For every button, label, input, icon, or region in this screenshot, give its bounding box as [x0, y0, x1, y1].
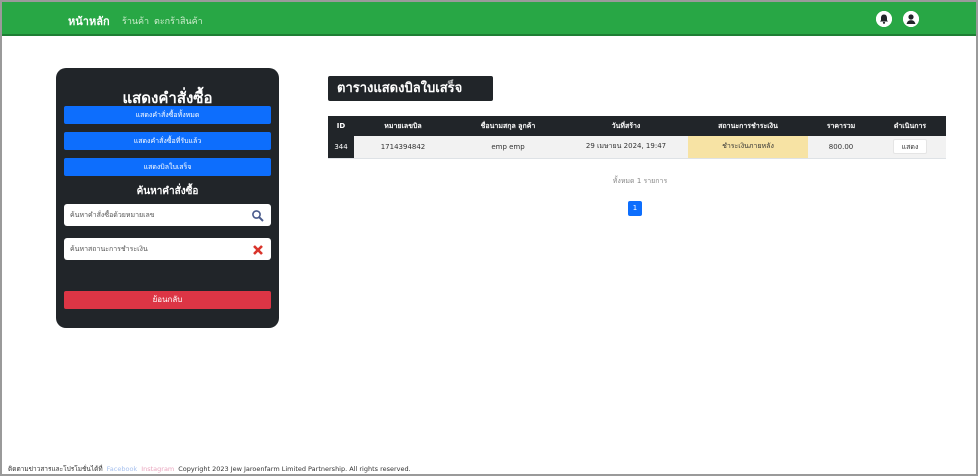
top-navbar: หน้าหลัก ร้านค้า ตะกร้าสินค้า — [2, 2, 976, 36]
column-header-bill-number: หมายเลขบิล — [354, 116, 452, 136]
footer: ติดตามข่าวสารและโปรโมชั่นได้ที่ Facebook I… — [8, 464, 411, 474]
column-header-payment-status: สถานะการชำระเงิน — [688, 116, 808, 136]
order-search-box — [64, 204, 271, 226]
receipts-table: ID หมายเลขบิล ชื่อนามสกุล ลูกค้า วันที่ส… — [328, 116, 946, 159]
row-customer: emp emp — [452, 136, 564, 159]
show-received-orders-button[interactable]: แสดงคำสั่งซื้อที่รับแล้ว — [64, 132, 271, 150]
column-header-created: วันที่สร้าง — [564, 116, 688, 136]
footer-contact-text: ติดตามข่าวสารและโปรโมชั่นได้ที่ — [8, 465, 103, 473]
search-orders-heading: ค้นหาคำสั่งซื้อ — [136, 186, 199, 197]
payment-status-search-input[interactable] — [64, 238, 239, 260]
nav-home-link[interactable]: หน้าหลัก — [68, 12, 110, 30]
row-created: 29 เมษายน 2024, 19:47 — [564, 136, 688, 159]
bell-icon[interactable] — [876, 11, 892, 27]
user-icon[interactable] — [903, 11, 919, 27]
back-button[interactable]: ย้อนกลับ — [64, 291, 271, 309]
row-id: 344 — [328, 136, 354, 159]
row-total: 800.00 — [808, 136, 874, 159]
row-action-cell: แสดง — [874, 136, 946, 159]
order-sidebar: แสดงคำสั่งซื้อ แสดงคำสั่งซื้อทั้งหมด แสด… — [56, 68, 279, 328]
row-bill-number: 1714394842 — [354, 136, 452, 159]
column-header-action: ดำเนินการ — [874, 116, 946, 136]
pagination-page-1[interactable]: 1 — [628, 201, 642, 216]
table-row: 344 1714394842 emp emp 29 เมษายน 2024, 1… — [328, 136, 946, 159]
total-records-text: ทั้งหมด 1 รายการ — [612, 177, 668, 185]
payment-status-search-box — [64, 238, 271, 260]
facebook-link[interactable]: Facebook — [107, 465, 138, 473]
search-icon[interactable] — [251, 208, 265, 222]
order-number-search-input[interactable] — [64, 204, 239, 226]
column-header-customer: ชื่อนามสกุล ลูกค้า — [452, 116, 564, 136]
page-title: ตารางแสดงบิลใบเสร็จ — [328, 76, 493, 101]
show-receipts-button[interactable]: แสดงบิลใบเสร็จ — [64, 158, 271, 176]
copyright-text: Copyright 2023 Jew Jaroenfarm Limited Pa… — [178, 465, 411, 473]
column-header-id: ID — [328, 116, 354, 136]
instagram-link[interactable]: Instagram — [141, 465, 174, 473]
column-header-total: ราคารวม — [808, 116, 874, 136]
show-bill-button[interactable]: แสดง — [893, 139, 927, 155]
nav-store-link[interactable]: ร้านค้า — [122, 14, 149, 28]
show-all-orders-button[interactable]: แสดงคำสั่งซื้อทั้งหมด — [64, 106, 271, 124]
table-header-row: ID หมายเลขบิล ชื่อนามสกุล ลูกค้า วันที่ส… — [328, 116, 946, 136]
row-payment-status: ชำระเงินภายหลัง — [688, 136, 808, 159]
nav-cart-link[interactable]: ตะกร้าสินค้า — [154, 14, 203, 28]
close-icon[interactable] — [251, 242, 265, 256]
